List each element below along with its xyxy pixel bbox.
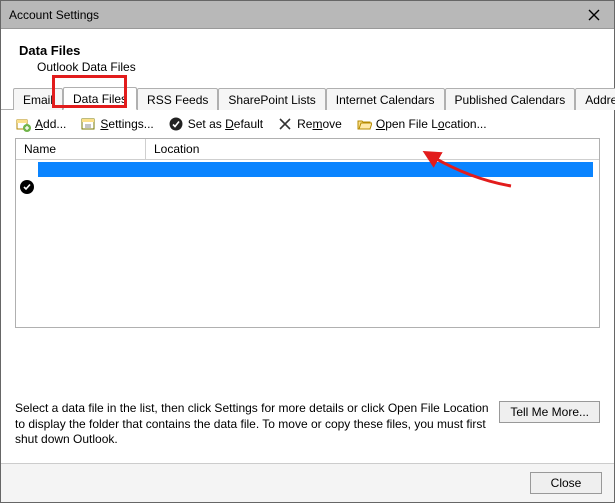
window-title: Account Settings [9, 8, 99, 22]
note-text: Select a data file in the list, then cli… [15, 401, 489, 448]
open-file-location-button[interactable]: Open File Location... [356, 116, 487, 132]
remove-label: Remove [297, 117, 342, 131]
tab-address-books[interactable]: Address Books [575, 88, 615, 110]
close-window-button[interactable] [574, 1, 614, 29]
add-label: Add... [35, 117, 66, 131]
header-subtitle: Outlook Data Files [37, 60, 596, 74]
settings-icon [80, 116, 96, 132]
tab-data-files[interactable]: Data Files [63, 87, 137, 110]
column-location[interactable]: Location [146, 139, 599, 159]
bottom-note: Select a data file in the list, then cli… [1, 391, 614, 448]
footer: Close [1, 463, 614, 502]
tab-internet-calendars[interactable]: Internet Calendars [326, 88, 445, 110]
column-name[interactable]: Name [16, 139, 146, 159]
titlebar: Account Settings [1, 1, 614, 29]
tab-sharepoint[interactable]: SharePoint Lists [218, 88, 325, 110]
header-title: Data Files [19, 43, 596, 58]
data-files-list: Name Location [15, 138, 600, 328]
add-icon [15, 116, 31, 132]
remove-button[interactable]: Remove [277, 116, 342, 132]
tab-rss-feeds[interactable]: RSS Feeds [137, 88, 218, 110]
set-default-label: Set as Default [188, 117, 263, 131]
list-header: Name Location [16, 139, 599, 160]
selected-row[interactable] [38, 162, 593, 177]
folder-open-icon [356, 116, 372, 132]
default-indicator-icon [20, 180, 34, 194]
tab-published-calendars[interactable]: Published Calendars [445, 88, 576, 110]
header: Data Files Outlook Data Files [1, 29, 614, 84]
check-circle-icon [168, 116, 184, 132]
list-body[interactable] [16, 160, 599, 327]
close-icon [588, 9, 600, 21]
set-default-button[interactable]: Set as Default [168, 116, 263, 132]
settings-button[interactable]: Settings... [80, 116, 153, 132]
remove-icon [277, 116, 293, 132]
add-button[interactable]: Add... [15, 116, 66, 132]
settings-label: Settings... [100, 117, 153, 131]
tabs: Email Data Files RSS Feeds SharePoint Li… [1, 84, 614, 110]
account-settings-window: Account Settings Data Files Outlook Data… [0, 0, 615, 503]
toolbar: Add... Settings... Set as Default Remove… [1, 110, 614, 138]
tell-me-more-button[interactable]: Tell Me More... [499, 401, 600, 423]
open-file-location-label: Open File Location... [376, 117, 487, 131]
tab-email[interactable]: Email [13, 88, 63, 110]
close-button[interactable]: Close [530, 472, 602, 494]
